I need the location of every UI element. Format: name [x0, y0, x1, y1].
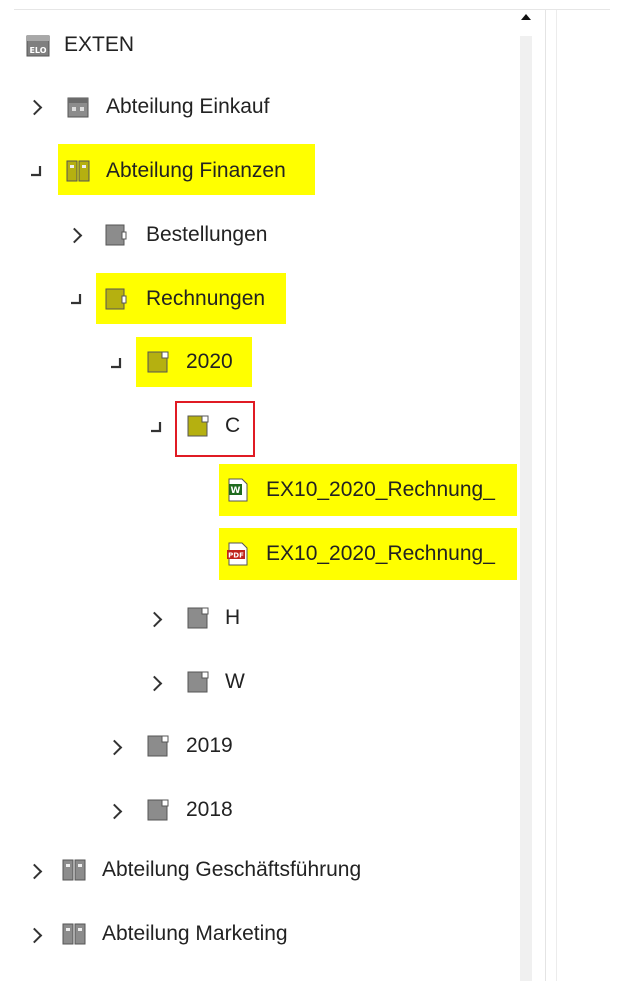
tree-node-label: EX10_2020_Rechnung_: [266, 478, 495, 501]
tree-node-2018[interactable]: 2018: [0, 786, 520, 836]
panel-divider-2: [556, 10, 557, 981]
panel-divider: [545, 10, 546, 981]
tree-node-label: Abteilung Marketing: [102, 922, 288, 945]
folder-icon: [187, 415, 209, 437]
expand-chevron-icon[interactable]: [26, 82, 46, 132]
tree-node-h[interactable]: H: [0, 594, 520, 644]
expand-chevron-icon[interactable]: [66, 210, 86, 260]
tree-node-abteilung-einkauf[interactable]: Abteilung Einkauf: [0, 82, 520, 132]
tree-node-abteilung-geschaeftsfuehrung[interactable]: Abteilung Geschäftsführung: [0, 846, 520, 896]
binder-icon: [62, 859, 86, 881]
expand-chevron-icon[interactable]: [106, 786, 126, 836]
tree-node-c[interactable]: C: [0, 402, 520, 452]
tree-node-label: EX10_2020_Rechnung_: [266, 542, 495, 565]
folder-icon: [147, 351, 169, 373]
tree-node-rechnungen[interactable]: Rechnungen: [0, 274, 520, 324]
folder-icon: [147, 735, 169, 757]
tree-node-label: 2019: [186, 734, 233, 757]
tree-node-label: Rechnungen: [146, 287, 266, 310]
tree-node-2019[interactable]: 2019: [0, 722, 520, 772]
svg-text:W: W: [231, 486, 241, 496]
pdf-document-icon: PDF: [227, 542, 248, 566]
tree-node-label: W: [225, 670, 245, 693]
collapse-icon[interactable]: [106, 338, 126, 388]
tree-node-label: Abteilung Einkauf: [106, 95, 270, 118]
register-icon: [105, 224, 127, 246]
vertical-scrollbar[interactable]: [520, 36, 532, 981]
expand-chevron-icon[interactable]: [26, 910, 46, 960]
folder-icon: [187, 671, 209, 693]
tree-node-label: 2020: [186, 350, 233, 373]
tree-node-document-pdf[interactable]: PDF EX10_2020_Rechnung_: [0, 530, 517, 580]
binder-icon: [66, 160, 90, 182]
svg-text:ELO: ELO: [29, 46, 46, 55]
tree-node-bestellungen[interactable]: Bestellungen: [0, 210, 520, 260]
tree-node-w[interactable]: W: [0, 658, 520, 708]
tree-node-abteilung-marketing[interactable]: Abteilung Marketing: [0, 910, 520, 960]
top-divider: [14, 9, 610, 10]
register-icon: [105, 288, 127, 310]
expand-chevron-icon[interactable]: [106, 722, 126, 772]
collapse-icon[interactable]: [66, 274, 86, 324]
elo-archive-icon: ELO: [26, 35, 50, 57]
word-document-icon: W: [228, 478, 248, 502]
tree-node-label: Abteilung Geschäftsführung: [102, 858, 362, 881]
tree-node-document-word[interactable]: W EX10_2020_Rechnung_: [0, 466, 517, 516]
collapse-icon[interactable]: [146, 402, 166, 452]
tree-node-label: EXTEN: [64, 33, 135, 56]
tree-node-label: Bestellungen: [146, 223, 268, 246]
collapse-icon[interactable]: [26, 146, 46, 196]
expand-chevron-icon[interactable]: [26, 846, 46, 896]
scroll-up-arrow[interactable]: [521, 14, 531, 20]
svg-text:PDF: PDF: [228, 552, 244, 560]
binder-icon: [62, 923, 86, 945]
tree-node-root[interactable]: ELO EXTEN: [0, 20, 520, 70]
folder-icon: [187, 607, 209, 629]
tree-node-label: Abteilung Finanzen: [106, 159, 286, 182]
tree-node-label: 2018: [186, 798, 233, 821]
cabinet-icon: [67, 97, 89, 118]
tree-node-label: H: [225, 606, 241, 629]
expand-chevron-icon[interactable]: [146, 658, 166, 708]
expand-chevron-icon[interactable]: [146, 594, 166, 644]
folder-icon: [147, 799, 169, 821]
tree-node-label: C: [225, 414, 241, 437]
tree-node-abteilung-finanzen[interactable]: Abteilung Finanzen: [0, 146, 520, 196]
tree-node-2020[interactable]: 2020: [0, 338, 520, 388]
